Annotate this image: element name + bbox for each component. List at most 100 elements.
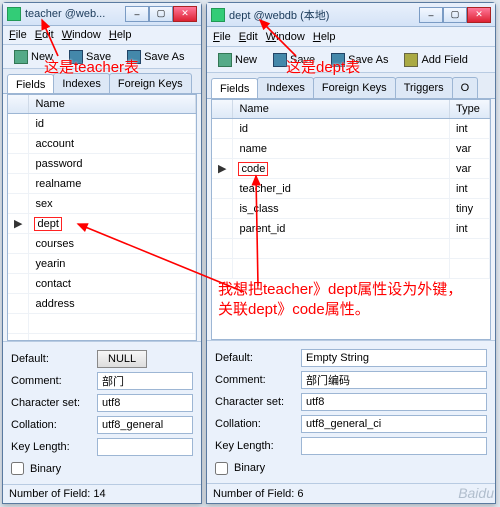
minimize-button[interactable]: –	[419, 7, 443, 23]
table-row[interactable]	[8, 334, 196, 341]
save-button[interactable]: Save	[268, 50, 320, 70]
tab-triggers[interactable]: Triggers	[395, 77, 453, 98]
saveas-button[interactable]: Save As	[326, 50, 393, 70]
tab-indexes[interactable]: Indexes	[53, 73, 110, 93]
table-row[interactable]	[212, 259, 490, 279]
titlebar[interactable]: teacher @web... – ▢ ✕	[3, 3, 201, 26]
row-marker	[212, 139, 233, 159]
default-value[interactable]: NULL	[97, 350, 147, 368]
table-row[interactable]: parent_idint	[212, 219, 490, 239]
table-row[interactable]	[8, 314, 196, 334]
table-row[interactable]: realname	[8, 174, 196, 194]
field-name[interactable]: address	[29, 294, 196, 314]
table-row[interactable]	[212, 239, 490, 259]
tab-indexes[interactable]: Indexes	[257, 77, 314, 98]
table-row[interactable]: password	[8, 154, 196, 174]
close-button[interactable]: ✕	[173, 6, 197, 22]
field-name[interactable]: dept	[29, 214, 196, 234]
field-name[interactable]: id	[233, 119, 450, 139]
table-row[interactable]: address	[8, 294, 196, 314]
charset-value[interactable]: utf8	[301, 393, 487, 411]
saveas-icon	[331, 53, 345, 67]
table-row[interactable]: ▶dept	[8, 214, 196, 234]
table-row[interactable]: sex	[8, 194, 196, 214]
field-type[interactable]: int	[450, 219, 490, 239]
toolbar: New Save Save As Add Field	[207, 47, 495, 73]
field-type[interactable]: int	[450, 179, 490, 199]
field-name[interactable]: id	[29, 114, 196, 134]
save-button[interactable]: Save	[64, 47, 116, 67]
field-name[interactable]: account	[29, 134, 196, 154]
menu-help[interactable]: Help	[109, 29, 132, 41]
new-button[interactable]: New	[9, 47, 58, 67]
table-row[interactable]: id	[8, 114, 196, 134]
field-name[interactable]: parent_id	[233, 219, 450, 239]
col-type[interactable]: Type	[450, 100, 490, 119]
saveas-button[interactable]: Save As	[122, 47, 189, 67]
field-list[interactable]: Name Type idintnamevar▶codevarteacher_id…	[211, 99, 491, 340]
field-type[interactable]: int	[450, 119, 490, 139]
table-row[interactable]: namevar	[212, 139, 490, 159]
field-name[interactable]: sex	[29, 194, 196, 214]
comment-label: Comment:	[11, 375, 91, 387]
field-name[interactable]: contact	[29, 274, 196, 294]
field-name[interactable]: teacher_id	[233, 179, 450, 199]
field-name[interactable]: password	[29, 154, 196, 174]
tab-fields[interactable]: Fields	[211, 78, 258, 99]
maximize-button[interactable]: ▢	[443, 7, 467, 23]
menu-edit[interactable]: Edit	[239, 31, 258, 43]
field-name[interactable]: realname	[29, 174, 196, 194]
new-button[interactable]: New	[213, 50, 262, 70]
maximize-button[interactable]: ▢	[149, 6, 173, 22]
field-name[interactable]: yearin	[29, 254, 196, 274]
tab-foreign-keys[interactable]: Foreign Keys	[313, 77, 396, 98]
field-name[interactable]: code	[233, 159, 450, 179]
table-row[interactable]: is_classtiny	[212, 199, 490, 219]
minimize-button[interactable]: –	[125, 6, 149, 22]
field-type[interactable]: var	[450, 159, 490, 179]
field-type[interactable]: tiny	[450, 199, 490, 219]
field-properties: Default:Empty String Comment:部门编码 Charac…	[207, 340, 495, 483]
menu-edit[interactable]: Edit	[35, 29, 54, 41]
tab-fields[interactable]: Fields	[7, 74, 54, 94]
table-row[interactable]: courses	[8, 234, 196, 254]
save-icon	[273, 53, 287, 67]
watermark: Baidu	[458, 485, 494, 501]
row-marker	[212, 199, 233, 219]
keylen-value[interactable]	[97, 438, 193, 456]
field-name[interactable]: is_class	[233, 199, 450, 219]
tab-foreign-keys[interactable]: Foreign Keys	[109, 73, 192, 93]
charset-value[interactable]: utf8	[97, 394, 193, 412]
row-marker	[8, 154, 29, 174]
table-row[interactable]: account	[8, 134, 196, 154]
collation-value[interactable]: utf8_general	[97, 416, 193, 434]
keylen-value[interactable]	[301, 437, 487, 455]
field-name[interactable]: courses	[29, 234, 196, 254]
menu-file[interactable]: FFileile	[9, 29, 27, 41]
titlebar[interactable]: dept @webdb (本地) – ▢ ✕	[207, 3, 495, 27]
col-name[interactable]: Name	[29, 95, 196, 114]
binary-checkbox[interactable]	[11, 462, 24, 475]
binary-checkbox[interactable]	[215, 462, 228, 475]
table-row[interactable]: idint	[212, 119, 490, 139]
table-row[interactable]: ▶codevar	[212, 159, 490, 179]
field-type[interactable]: var	[450, 139, 490, 159]
menu-window[interactable]: Window	[266, 31, 305, 43]
table-row[interactable]: teacher_idint	[212, 179, 490, 199]
collation-value[interactable]: utf8_general_ci	[301, 415, 487, 433]
menu-help[interactable]: Help	[313, 31, 336, 43]
table-row[interactable]: contact	[8, 274, 196, 294]
field-list[interactable]: Name idaccountpasswordrealnamesex▶deptco…	[7, 94, 197, 341]
field-name[interactable]: name	[233, 139, 450, 159]
menu-window[interactable]: Window	[62, 29, 101, 41]
comment-value[interactable]: 部门	[97, 372, 193, 390]
menu-file[interactable]: File	[213, 31, 231, 43]
tab-more[interactable]: O	[452, 77, 479, 98]
comment-value[interactable]: 部门编码	[301, 371, 487, 389]
addfield-button[interactable]: Add Field	[399, 50, 472, 70]
table-row[interactable]: yearin	[8, 254, 196, 274]
default-value[interactable]: Empty String	[301, 349, 487, 367]
close-button[interactable]: ✕	[467, 7, 491, 23]
binary-label: Binary	[234, 462, 314, 474]
col-name[interactable]: Name	[233, 100, 450, 119]
